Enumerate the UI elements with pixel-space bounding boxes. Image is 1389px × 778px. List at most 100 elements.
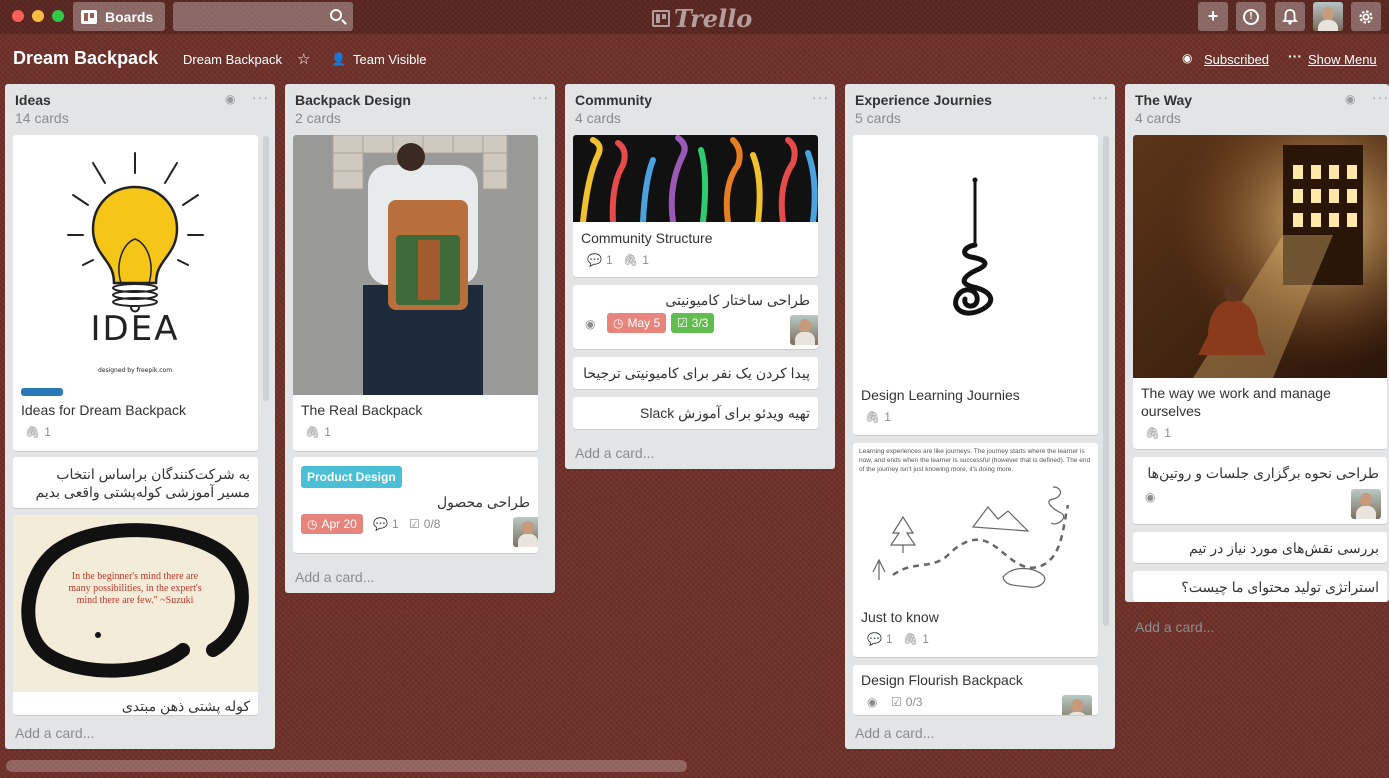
board-name-button[interactable]: Dream Backpack [183, 52, 282, 67]
comments-badge: 💬 1 [373, 517, 399, 531]
board-title[interactable]: Dream Backpack [13, 48, 158, 69]
boards-button[interactable]: Boards [73, 2, 165, 31]
list-count: 14 cards [15, 110, 69, 126]
community-art-cover [573, 135, 818, 222]
paperclip-icon: 🖇 [25, 425, 41, 439]
cover-idea-text: IDEA [91, 309, 180, 349]
trello-logo[interactable]: Trello [652, 4, 752, 33]
eye-icon: ◉ [1182, 51, 1193, 65]
backpack-photo-cover [293, 135, 538, 395]
member-avatar[interactable] [513, 517, 538, 547]
add-card-button[interactable]: Add a card... [855, 725, 934, 741]
card-label [21, 388, 63, 396]
card-community-design[interactable]: طراحی ساختار کامیونیتی ◉ ◷ May 5 ☑ 3/3 [573, 285, 818, 349]
watch-icon: ◉ [1145, 490, 1156, 504]
member-avatar[interactable] [1062, 695, 1092, 715]
list-count: 5 cards [855, 110, 901, 126]
watch-icon: ◉ [1345, 92, 1356, 106]
quote-line-1: In the beginner's mind there are [72, 571, 199, 582]
card-the-way-we-work[interactable]: The way we work and manage ourselves 🖇 1 [1133, 135, 1387, 449]
paperclip-icon: 🖇 [305, 425, 321, 439]
list-title[interactable]: Experience Journies [855, 92, 992, 108]
add-card-button[interactable]: Add a card... [15, 725, 94, 741]
card-title: استراتژی تولید محتوای ما چیست؟ [1181, 579, 1379, 595]
card-title: Ideas for Dream Backpack [21, 402, 186, 418]
notifications-button[interactable] [1275, 2, 1305, 31]
menu-dots-icon[interactable]: ··· [1288, 48, 1302, 64]
user-avatar[interactable] [1313, 2, 1343, 31]
paperclip-icon: 🖇 [623, 253, 639, 267]
card-slack-video[interactable]: تهیه ویدئو برای آموزش Slack [573, 397, 818, 429]
add-card-button[interactable]: Add a card... [1135, 619, 1214, 635]
list-menu-icon[interactable]: ··· [812, 89, 829, 105]
settings-button[interactable] [1351, 2, 1381, 31]
cover-journey-text: Learning experiences are like journeys. … [859, 448, 1091, 473]
clock-icon: ◷ [307, 517, 318, 531]
list-menu-icon[interactable]: ··· [532, 89, 549, 105]
checklist-badge: ☑ 0/3 [891, 695, 923, 709]
checkbox-icon: ☑ [677, 316, 688, 330]
top-bar: Boards Trello + ! [0, 0, 1389, 34]
card-real-backpack[interactable]: The Real Backpack 🖇 1 [293, 135, 538, 451]
attachment-badge: 🖇 1 [25, 425, 51, 439]
list-title[interactable]: Backpack Design [295, 92, 411, 108]
card-content-strategy[interactable]: استراتژی تولید محتوای ما چیست؟ [1133, 571, 1387, 602]
card-ideas-for-dream-backpack[interactable]: IDEA designed by freepik.com Ideas for D… [13, 135, 258, 451]
subscribed-link[interactable]: Subscribed [1204, 52, 1269, 67]
card-beginners-mind[interactable]: In the beginner's mind there are many po… [13, 515, 258, 715]
member-avatar[interactable] [790, 315, 818, 345]
card-just-to-know[interactable]: Learning experiences are like journeys. … [853, 443, 1098, 657]
list-community: Community 4 cards ··· Community Structur… [565, 84, 835, 469]
list-experience-journies: Experience Journies 5 cards ··· Design L… [845, 84, 1115, 749]
add-button[interactable]: + [1198, 2, 1228, 31]
member-avatar[interactable] [1351, 489, 1381, 519]
search-input[interactable] [173, 2, 353, 31]
unalome-cover [953, 177, 994, 316]
list-title[interactable]: Ideas [15, 92, 51, 108]
minimize-window-button[interactable] [32, 10, 44, 22]
checklist-complete-badge: ☑ 3/3 [671, 313, 715, 333]
trello-logo-icon [652, 10, 670, 27]
list-scrollbar[interactable] [1103, 136, 1109, 626]
cover-credit: designed by freepik.com [98, 367, 172, 374]
card-title: به شرکت‌کنندگان براساس انتخاب مسیر آموزش… [35, 466, 250, 500]
journey-sketch-cover [872, 486, 1070, 588]
card-team-roles[interactable]: بررسی نقش‌های مورد نیاز در تیم [1133, 532, 1387, 563]
comments-badge: 💬 1 [867, 632, 893, 646]
list-title[interactable]: The Way [1135, 92, 1192, 108]
list-menu-icon[interactable]: ··· [1372, 89, 1389, 105]
maximize-window-button[interactable] [52, 10, 64, 22]
comments-badge: 💬 1 [587, 253, 613, 267]
card-title: Community Structure [581, 230, 713, 246]
monk-temple-photo-cover [1133, 135, 1387, 378]
list-ideas: Ideas 14 cards ◉ ··· IDEA designed by fr… [5, 84, 275, 749]
show-menu-link[interactable]: Show Menu [1308, 52, 1377, 67]
visibility-button[interactable]: Team Visible [353, 52, 426, 67]
card-design-learning-journies[interactable]: Design Learning Journies 🖇 1 [853, 135, 1098, 435]
attachment-badge: 🖇 1 [1145, 426, 1171, 440]
board-header: Dream Backpack Dream Backpack ☆ 👤 Team V… [0, 40, 1389, 80]
card-community-structure[interactable]: Community Structure 💬 1 🖇 1 [573, 135, 818, 277]
card-community-person[interactable]: پیدا کردن یک نفر برای کامیونیتی ترجیحا [573, 357, 818, 389]
card-design-flourish-backpack[interactable]: Design Flourish Backpack ◉ ☑ 0/3 [853, 665, 1098, 715]
list-backpack-design: Backpack Design 2 cards ··· The Real Bac… [285, 84, 555, 593]
search-icon[interactable] [330, 9, 342, 21]
info-button[interactable]: ! [1236, 2, 1266, 31]
close-window-button[interactable] [12, 10, 24, 22]
list-menu-icon[interactable]: ··· [252, 89, 269, 105]
list-scrollbar[interactable] [263, 136, 269, 401]
card-meetings-routines[interactable]: طراحی نحوه برگزاری جلسات و روتین‌ها ◉ [1133, 457, 1387, 524]
attachment-badge: 🖇 1 [305, 425, 331, 439]
checkbox-icon: ☑ [891, 695, 902, 709]
card-ideas-2[interactable]: به شرکت‌کنندگان براساس انتخاب مسیر آموزش… [13, 457, 258, 508]
list-title[interactable]: Community [575, 92, 652, 108]
due-date-badge: ◷ Apr 20 [301, 514, 363, 534]
add-card-button[interactable]: Add a card... [295, 569, 374, 585]
board-horizontal-scrollbar[interactable] [6, 760, 687, 772]
card-product-design[interactable]: Product Design طراحی محصول ◷ Apr 20 💬 1 ☑ 0… [293, 457, 538, 553]
star-icon[interactable]: ☆ [297, 50, 310, 68]
add-card-button[interactable]: Add a card... [575, 445, 654, 461]
list-menu-icon[interactable]: ··· [1092, 89, 1109, 105]
list-the-way: The Way 4 cards ◉ ··· The way we work an… [1125, 84, 1389, 602]
quote-line-2: many possibilities, in the expert's [68, 583, 201, 594]
